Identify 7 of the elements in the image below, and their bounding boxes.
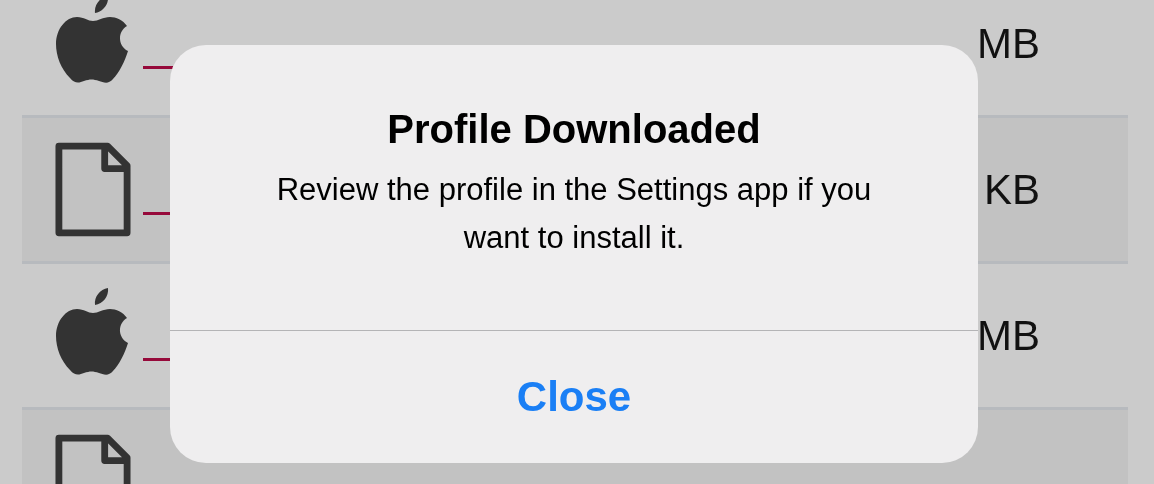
alert-title: Profile Downloaded — [387, 107, 761, 152]
alert-message: Review the profile in the Settings app if you want to install it. — [275, 171, 873, 257]
file-size: MB — [977, 19, 1040, 68]
close-button[interactable]: Close — [170, 331, 978, 463]
file-size: KB — [983, 165, 1040, 214]
document-icon — [55, 141, 131, 238]
file-size: MB — [977, 311, 1040, 360]
